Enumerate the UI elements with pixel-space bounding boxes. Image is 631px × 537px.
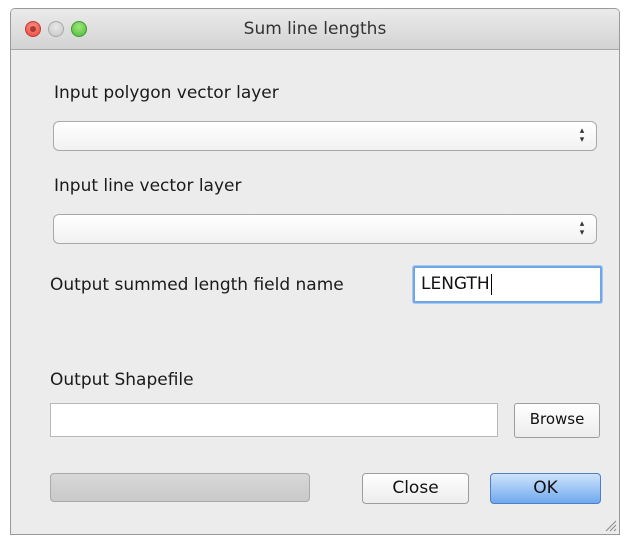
window-title: Sum line lengths	[243, 19, 387, 39]
output-shapefile-label: Output Shapefile	[50, 370, 194, 390]
dialog-window: Sum line lengths Input polygon vector la…	[10, 8, 620, 535]
resize-grip-icon[interactable]	[603, 518, 617, 532]
field-name-value: LENGTH	[421, 274, 490, 294]
up-down-arrows-icon: ▴ ▾	[579, 126, 585, 145]
title-bar[interactable]: Sum line lengths	[11, 9, 619, 50]
close-button[interactable]: Close	[362, 473, 469, 504]
text-caret	[490, 273, 492, 295]
field-name-label: Output summed length field name	[50, 275, 344, 295]
line-layer-select[interactable]: ▴ ▾	[53, 214, 597, 244]
progress-bar	[50, 473, 310, 502]
browse-button[interactable]: Browse	[514, 403, 600, 438]
polygon-layer-select[interactable]: ▴ ▾	[53, 121, 597, 151]
output-shapefile-input[interactable]	[50, 403, 498, 437]
polygon-layer-label: Input polygon vector layer	[54, 83, 279, 103]
ok-button[interactable]: OK	[490, 473, 601, 504]
field-name-input[interactable]: LENGTH	[413, 266, 602, 303]
line-layer-label: Input line vector layer	[54, 176, 242, 196]
up-down-arrows-icon: ▴ ▾	[579, 219, 585, 238]
